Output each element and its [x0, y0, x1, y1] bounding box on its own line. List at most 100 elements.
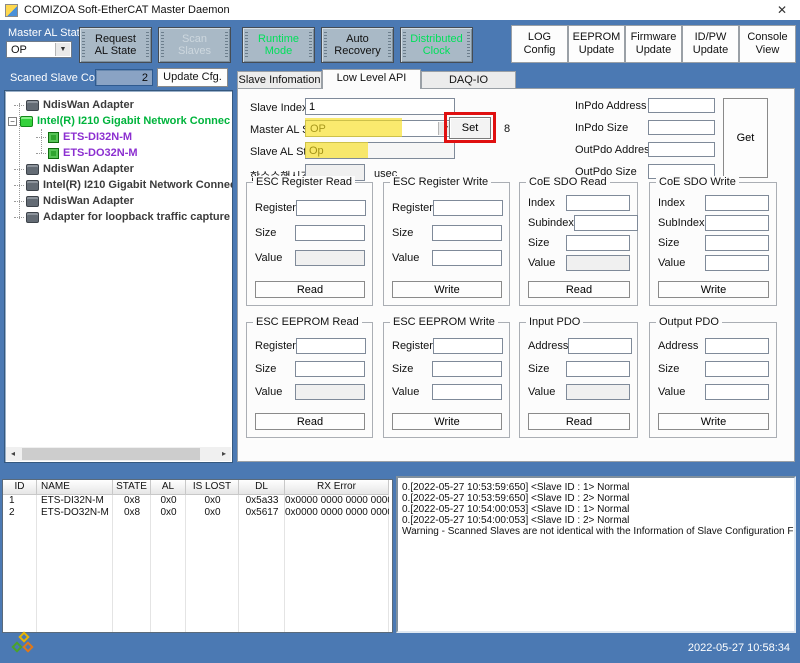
collapse-icon[interactable]: − — [8, 117, 17, 126]
inpdo-size-input[interactable] — [648, 120, 715, 135]
field-label: Size — [255, 363, 276, 375]
field-label: Subindex — [528, 217, 574, 229]
size-input[interactable] — [432, 225, 502, 241]
address-input[interactable] — [568, 338, 632, 354]
chevron-down-icon[interactable]: ▼ — [55, 43, 70, 56]
size-input[interactable] — [295, 361, 365, 377]
tree-item-ndiswan-2[interactable]: NdisWan Adapter — [14, 161, 134, 177]
firmware-update-button[interactable]: Firmware Update — [625, 25, 682, 63]
network-adapter-active-icon — [20, 116, 33, 127]
size-input[interactable] — [705, 361, 769, 377]
size-input[interactable] — [432, 361, 502, 377]
index-input[interactable] — [566, 195, 630, 211]
write-button[interactable]: Write — [658, 413, 769, 430]
size-input[interactable] — [705, 235, 769, 251]
value-input[interactable] — [705, 255, 769, 271]
group-title: ESC EEPROM Read — [253, 316, 362, 328]
read-button[interactable]: Read — [528, 413, 630, 430]
slave-index-input[interactable] — [305, 98, 455, 115]
inpdo-address-input[interactable] — [648, 98, 715, 113]
write-button[interactable]: Write — [392, 281, 502, 298]
field-label: Value — [392, 252, 419, 264]
slave-device-icon — [48, 148, 59, 159]
close-icon[interactable]: ✕ — [774, 2, 790, 18]
register-input[interactable] — [433, 200, 503, 216]
tab-daq-io[interactable]: DAQ-IO — [421, 71, 516, 89]
app-icon — [5, 4, 18, 17]
register-input[interactable] — [296, 200, 366, 216]
tree-item-ndiswan-3[interactable]: NdisWan Adapter — [14, 193, 134, 209]
field-label: Value — [658, 386, 685, 398]
size-input[interactable] — [566, 235, 630, 251]
register-input[interactable] — [433, 338, 503, 354]
idpw-update-button[interactable]: ID/PW Update — [682, 25, 739, 63]
table-row[interactable]: 2 ETS-DO32N-M 0x8 0x0 0x0 0x5617 0x0000 … — [3, 507, 392, 519]
event-log[interactable]: 0.[2022-05-27 10:53:59:650] <Slave ID : … — [396, 476, 796, 633]
log-line: 0.[2022-05-27 10:54:00:053] <Slave ID : … — [402, 515, 790, 526]
read-button[interactable]: Read — [255, 413, 365, 430]
scroll-right-icon[interactable]: ▸ — [217, 447, 231, 461]
master-al-state-select[interactable]: OP ▼ — [305, 120, 455, 137]
col-rx-error[interactable]: RX Error — [285, 480, 389, 495]
read-button[interactable]: Read — [528, 281, 630, 298]
value-input[interactable] — [705, 384, 769, 400]
field-label: Value — [392, 386, 419, 398]
write-button[interactable]: Write — [658, 281, 769, 298]
tree-item-loopback-adapter[interactable]: Adapter for loopback traffic capture — [14, 209, 230, 225]
tab-low-level-api[interactable]: Low Level API — [322, 69, 421, 89]
col-name[interactable]: NAME — [37, 480, 113, 495]
col-al[interactable]: AL — [151, 480, 186, 495]
distributed-clock-button[interactable]: Distributed Clock — [400, 27, 473, 63]
set-note: 8 — [504, 123, 510, 135]
address-input[interactable] — [705, 338, 769, 354]
index-input[interactable] — [705, 195, 769, 211]
table-row[interactable]: 1 ETS-DI32N-M 0x8 0x0 0x0 0x5a33 0x0000 … — [3, 495, 392, 507]
group-title: CoE SDO Read — [526, 176, 610, 188]
read-button[interactable]: Read — [255, 281, 365, 298]
set-button[interactable]: Set — [449, 117, 491, 139]
field-label: SubIndex — [658, 217, 704, 229]
network-adapter-icon — [26, 212, 39, 223]
size-input[interactable] — [566, 361, 630, 377]
update-cfg-button[interactable]: Update Cfg. — [157, 68, 228, 87]
size-input[interactable] — [295, 225, 365, 241]
get-button[interactable]: Get — [723, 98, 768, 178]
field-label: Register — [392, 202, 433, 214]
auto-recovery-button[interactable]: Auto Recovery — [321, 27, 394, 63]
tree-item-ndiswan-1[interactable]: NdisWan Adapter — [14, 97, 134, 113]
log-config-button[interactable]: LOG Config — [511, 25, 568, 63]
col-dl[interactable]: DL — [239, 480, 285, 495]
tree-item-ets-do32n-m[interactable]: ETS-DO32N-M — [36, 145, 138, 161]
scroll-left-icon[interactable]: ◂ — [6, 447, 20, 461]
col-id[interactable]: ID — [3, 480, 37, 495]
field-label: Size — [528, 363, 549, 375]
scrollbar-thumb[interactable] — [22, 448, 200, 460]
field-label: Value — [528, 386, 555, 398]
master-al-state-dropdown[interactable]: OP ▼ — [6, 41, 72, 58]
request-al-state-button[interactable]: Request AL State — [79, 27, 152, 63]
tree-item-intel-i210-active[interactable]: − Intel(R) I210 Gigabit Network Connec — [8, 113, 230, 129]
value-input[interactable] — [432, 384, 502, 400]
app-window: COMIZOA Soft-EtherCAT Master Daemon ✕ Ma… — [0, 0, 800, 663]
write-button[interactable]: Write — [392, 413, 502, 430]
value-input[interactable] — [432, 250, 502, 266]
runtime-mode-button[interactable]: Runtime Mode — [242, 27, 315, 63]
group-coe-sdo-write: CoE SDO Write Index SubIndex Size Value … — [649, 182, 777, 306]
console-view-button[interactable]: Console View — [739, 25, 796, 63]
col-state[interactable]: STATE — [113, 480, 151, 495]
tab-slave-information[interactable]: Slave Infomation — [237, 71, 322, 89]
group-title: ESC Register Read — [253, 176, 355, 188]
horizontal-scrollbar[interactable]: ◂ ▸ — [6, 447, 231, 461]
register-input[interactable] — [296, 338, 366, 354]
scan-slaves-button[interactable]: Scan Slaves — [158, 27, 231, 63]
group-title: ESC EEPROM Write — [390, 316, 498, 328]
tree-item-ets-di32n-m[interactable]: ETS-DI32N-M — [36, 129, 132, 145]
subindex-input[interactable] — [574, 215, 638, 231]
outpdo-address-input[interactable] — [648, 142, 715, 157]
subindex-input[interactable] — [705, 215, 769, 231]
group-input-pdo: Input PDO Address Size Value Read — [519, 322, 638, 438]
tree-item-intel-i210[interactable]: Intel(R) I210 Gigabit Network Connec — [14, 177, 233, 193]
field-label: Size — [255, 227, 276, 239]
col-is-lost[interactable]: IS LOST — [186, 480, 239, 495]
eeprom-update-button[interactable]: EEPROM Update — [568, 25, 625, 63]
